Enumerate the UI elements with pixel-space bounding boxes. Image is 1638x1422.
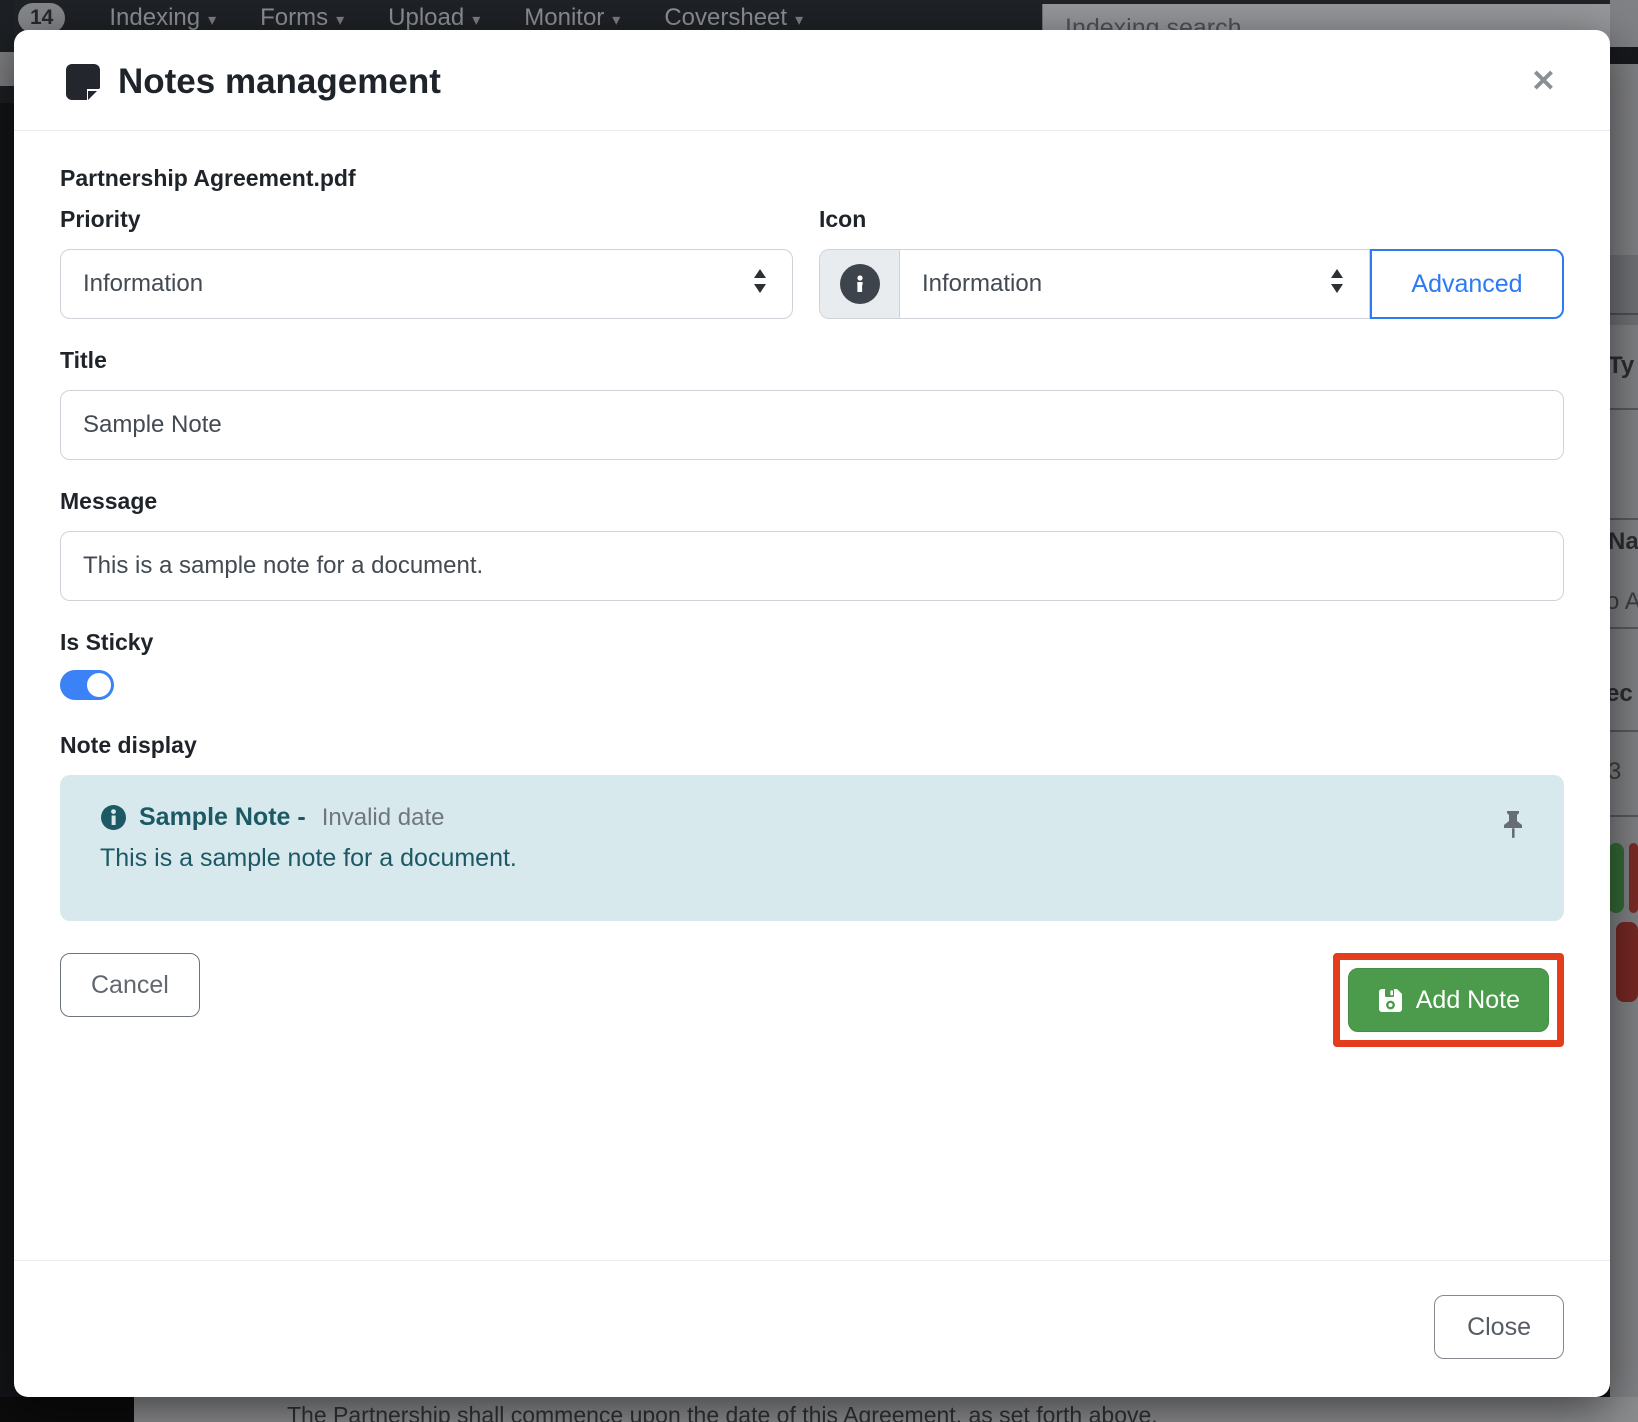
priority-label: Priority — [60, 206, 793, 233]
chevron-down-icon: ▾ — [336, 12, 344, 29]
table-cell-fragment: 3 — [1608, 758, 1621, 786]
message-label: Message — [60, 488, 1564, 515]
message-field: Message — [60, 488, 1564, 601]
document-text-fragment: The Partnership shall commence upon the … — [287, 1402, 1158, 1422]
modal-body: Partnership Agreement.pdf Priority Infor… — [14, 131, 1610, 1260]
chevron-down-icon: ▾ — [208, 12, 216, 29]
cancel-button[interactable]: Cancel — [60, 953, 200, 1017]
nav-count-badge: 14 — [18, 3, 65, 33]
info-icon — [100, 804, 127, 831]
priority-field: Priority Information — [60, 206, 793, 319]
nav-item-forms[interactable]: Forms▾ — [260, 4, 344, 32]
table-cell-fragment: o A — [1606, 588, 1638, 616]
pushpin-icon — [1500, 809, 1526, 848]
chevron-down-icon: ▾ — [612, 12, 620, 29]
is-sticky-field: Is Sticky — [60, 629, 1564, 700]
background-document: The Partnership shall commence upon the … — [0, 1397, 1638, 1422]
nav-item-monitor[interactable]: Monitor▾ — [524, 4, 620, 32]
nav-item-coversheet[interactable]: Coversheet▾ — [664, 4, 803, 32]
select-arrows-icon — [1327, 267, 1347, 302]
background-band — [1610, 47, 1638, 64]
modal-title: Notes management — [60, 60, 441, 104]
chevron-down-icon: ▾ — [795, 12, 803, 29]
is-sticky-toggle[interactable] — [60, 670, 114, 700]
background-table-strip — [1610, 0, 1638, 1422]
nav-item-indexing[interactable]: Indexing▾ — [109, 4, 216, 32]
note-preview: Sample Note - Invalid date This is a sam… — [60, 775, 1564, 921]
title-input[interactable] — [60, 390, 1564, 460]
note-display-label: Note display — [60, 732, 1564, 759]
background-green-button-fragment — [1608, 843, 1624, 913]
info-icon — [840, 264, 880, 304]
close-icon[interactable]: ✕ — [1521, 61, 1566, 103]
icon-label: Icon — [819, 206, 1564, 233]
message-input[interactable] — [60, 531, 1564, 601]
save-icon — [1377, 987, 1404, 1014]
title-label: Title — [60, 347, 1564, 374]
icon-select[interactable]: Information — [899, 249, 1370, 319]
nav-item-upload[interactable]: Upload▾ — [388, 4, 480, 32]
icon-field: Icon Information — [819, 206, 1564, 319]
screen: 14 Indexing▾ Forms▾ Upload▾ Monitor▾ Cov… — [0, 0, 1638, 1422]
background-red-button-fragment — [1629, 843, 1638, 913]
select-arrows-icon — [750, 267, 770, 302]
table-header-fragment: Ty — [1608, 352, 1634, 380]
add-note-label: Add Note — [1416, 986, 1520, 1015]
priority-select[interactable]: Information — [60, 249, 793, 319]
notes-management-modal: Notes management ✕ Partnership Agreement… — [14, 30, 1610, 1397]
is-sticky-label: Is Sticky — [60, 629, 1564, 656]
background-red-button-fragment — [1616, 922, 1638, 1002]
modal-header: Notes management ✕ — [14, 30, 1610, 131]
note-preview-date: Invalid date — [322, 804, 445, 832]
document-name: Partnership Agreement.pdf — [60, 165, 1564, 192]
chevron-down-icon: ▾ — [472, 12, 480, 29]
note-sticky-icon — [60, 60, 104, 104]
note-preview-message: This is a sample note for a document. — [100, 844, 1524, 873]
close-button[interactable]: Close — [1434, 1295, 1564, 1359]
modal-title-text: Notes management — [118, 62, 441, 102]
annotation-highlight-box: Add Note — [1333, 953, 1564, 1047]
add-note-button[interactable]: Add Note — [1348, 968, 1549, 1032]
note-preview-title: Sample Note - — [139, 803, 306, 832]
note-display-section: Note display Sample Note - Invalid date … — [60, 732, 1564, 921]
table-header-fragment: ec — [1606, 680, 1633, 708]
title-field: Title — [60, 347, 1564, 460]
advanced-button[interactable]: Advanced — [1370, 249, 1564, 319]
modal-footer: Close — [14, 1260, 1610, 1397]
table-header-fragment: Na — [1608, 528, 1638, 556]
icon-preview-addon — [819, 249, 899, 319]
